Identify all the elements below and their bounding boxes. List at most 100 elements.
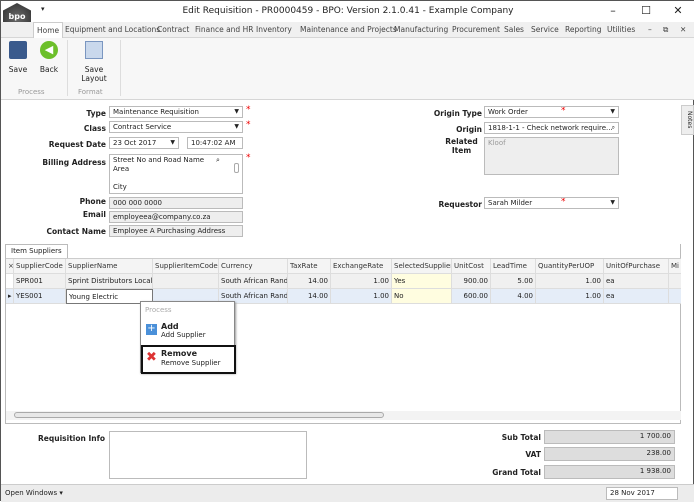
request-time-spinner[interactable]: 10:47:02 AM [187, 137, 243, 149]
status-bar: Open Windows ▾ 28 Nov 2017 [1, 484, 694, 502]
table-cell[interactable] [669, 289, 681, 304]
table-cell[interactable]: ea [604, 289, 669, 304]
table-cell[interactable]: 1.00 [331, 289, 392, 304]
clear-filter-icon[interactable]: × [6, 259, 14, 274]
column-header-supplieritemcode[interactable]: SupplierItemCode [153, 259, 219, 274]
table-cell[interactable]: 14.00 [288, 289, 331, 304]
tab-finance[interactable]: Finance and HR [195, 25, 253, 34]
requestor-select[interactable]: Sarah Milder * ▼ [484, 197, 619, 209]
table-cell[interactable]: 14.00 [288, 274, 331, 289]
column-header-unitofpurchase[interactable]: UnitOfPurchase [604, 259, 669, 274]
tab-service[interactable]: Service [531, 25, 559, 34]
column-header-selectedsupplier[interactable]: SelectedSupplier [392, 259, 452, 274]
table-cell[interactable]: No [392, 289, 452, 304]
title-bar: bpo ▾ Edit Requisition - PR0000459 - BPO… [1, 1, 694, 33]
email-field[interactable]: employeea@company.co.za [109, 211, 243, 223]
table-cell[interactable]: ea [604, 274, 669, 289]
table-cell[interactable] [153, 274, 219, 289]
column-header-currency[interactable]: Currency [219, 259, 288, 274]
requisition-info-label: Requisition Info [38, 434, 105, 443]
tab-sales[interactable]: Sales [504, 25, 524, 34]
window-title: Edit Requisition - PR0000459 - BPO: Vers… [182, 6, 514, 16]
column-header-unitcost[interactable]: UnitCost [452, 259, 491, 274]
add-supplier-menu-item[interactable]: + Add Add Supplier [143, 320, 231, 342]
table-cell[interactable]: YES001 [14, 289, 66, 304]
table-cell[interactable]: 900.00 [452, 274, 491, 289]
billing-address-field[interactable]: Street No and Road Name Area City ⌕ [109, 154, 243, 194]
save-layout-button[interactable]: Save Layout [71, 41, 117, 83]
tab-manufacturing[interactable]: Manufacturing [394, 25, 448, 34]
context-menu: Process + Add Add Supplier ✖ Remove Remo… [140, 301, 236, 374]
origin-type-label: Origin Type [433, 109, 482, 118]
tab-inventory[interactable]: Inventory [256, 25, 292, 34]
vat-field: 238.00 [544, 447, 675, 461]
required-marker: * [246, 105, 251, 115]
table-cell[interactable] [669, 274, 681, 289]
billing-address-label: Billing Address [42, 158, 106, 167]
table-cell[interactable]: 5.00 [491, 274, 536, 289]
requestor-label: Requestor [438, 200, 482, 209]
column-header-mi[interactable]: Mi [669, 259, 681, 274]
save-layout-label: Save Layout [81, 65, 107, 83]
notes-side-tab[interactable]: Notes [681, 105, 694, 135]
type-select[interactable]: Maintenance Requisition ▼ [109, 106, 243, 118]
horizontal-scrollbar[interactable] [6, 411, 681, 420]
tab-reporting[interactable]: Reporting [565, 25, 601, 34]
tab-contract[interactable]: Contract [157, 25, 189, 34]
tab-item-suppliers[interactable]: Item Suppliers [5, 244, 68, 258]
related-item-field[interactable]: Kloof [484, 137, 619, 175]
search-icon[interactable]: ⌕ [216, 156, 220, 165]
tab-home[interactable]: Home [33, 22, 64, 38]
table-cell[interactable]: SPR001 [14, 274, 66, 289]
context-group-label: Process [145, 306, 172, 314]
save-button[interactable]: Save [7, 41, 29, 74]
status-date-field[interactable]: 28 Nov 2017 [606, 487, 678, 500]
request-date-picker[interactable]: 23 Oct 2017 ▼ [109, 137, 179, 149]
phone-label: Phone [79, 197, 106, 206]
mdi-minimize-icon[interactable]: – [648, 25, 652, 34]
open-windows-button[interactable]: Open Windows ▾ [5, 489, 63, 497]
tab-maintenance[interactable]: Maintenance and Projects [300, 25, 397, 34]
remove-supplier-menu-item[interactable]: ✖ Remove Remove Supplier [141, 345, 236, 374]
subtotal-label: Sub Total [501, 433, 541, 442]
required-marker: * [246, 120, 251, 130]
column-header-suppliercode[interactable]: SupplierCode [14, 259, 66, 274]
column-header-leadtime[interactable]: LeadTime [491, 259, 536, 274]
origin-label: Origin [456, 125, 482, 134]
back-label: Back [39, 65, 59, 74]
origin-type-select[interactable]: Work Order * ▼ [484, 106, 619, 118]
back-button[interactable]: ◀ Back [37, 41, 61, 74]
table-cell[interactable]: 4.00 [491, 289, 536, 304]
scroll-thumb[interactable] [14, 412, 384, 418]
tab-utilities[interactable]: Utilities [607, 25, 635, 34]
back-arrow-icon: ◀ [40, 41, 58, 59]
table-cell[interactable]: South African Rand [219, 274, 288, 289]
tab-procurement[interactable]: Procurement [452, 25, 500, 34]
maximize-icon[interactable]: ☐ [636, 4, 656, 17]
table-cell[interactable]: 1.00 [331, 274, 392, 289]
floppy-disk-icon [9, 41, 27, 59]
table-cell[interactable]: 1.00 [536, 289, 604, 304]
column-header-quantityperuop[interactable]: QuantityPerUOP [536, 259, 604, 274]
table-cell[interactable]: 600.00 [452, 289, 491, 304]
origin-field[interactable]: 1818-1-1 - Check network require... ⌕ [484, 122, 619, 134]
column-header-exchangerate[interactable]: ExchangeRate [331, 259, 392, 274]
close-icon[interactable]: ✕ [668, 4, 688, 17]
column-header-taxrate[interactable]: TaxRate [288, 259, 331, 274]
minimize-icon[interactable]: – [603, 4, 623, 17]
contact-name-field[interactable]: Employee A Purchasing Address [109, 225, 243, 237]
group-process-label: Process [18, 88, 45, 96]
requisition-info-field[interactable] [109, 431, 307, 479]
search-icon: ⌕ [611, 124, 615, 131]
mdi-close-icon[interactable]: ✕ [680, 25, 686, 34]
table-cell[interactable]: Yes [392, 274, 452, 289]
tab-equipment[interactable]: Equipment and Locations [65, 25, 160, 34]
class-select[interactable]: Contract Service ▼ [109, 121, 243, 133]
phone-field[interactable]: 000 000 0000 [109, 197, 243, 209]
table-cell[interactable]: 1.00 [536, 274, 604, 289]
column-header-suppliername[interactable]: SupplierName [66, 259, 153, 274]
table-cell[interactable]: Sprint Distributors Local [66, 274, 153, 289]
scrollbar[interactable] [234, 163, 239, 173]
contact-name-label: Contact Name [46, 227, 106, 236]
mdi-restore-icon[interactable]: ⧉ [663, 25, 668, 35]
